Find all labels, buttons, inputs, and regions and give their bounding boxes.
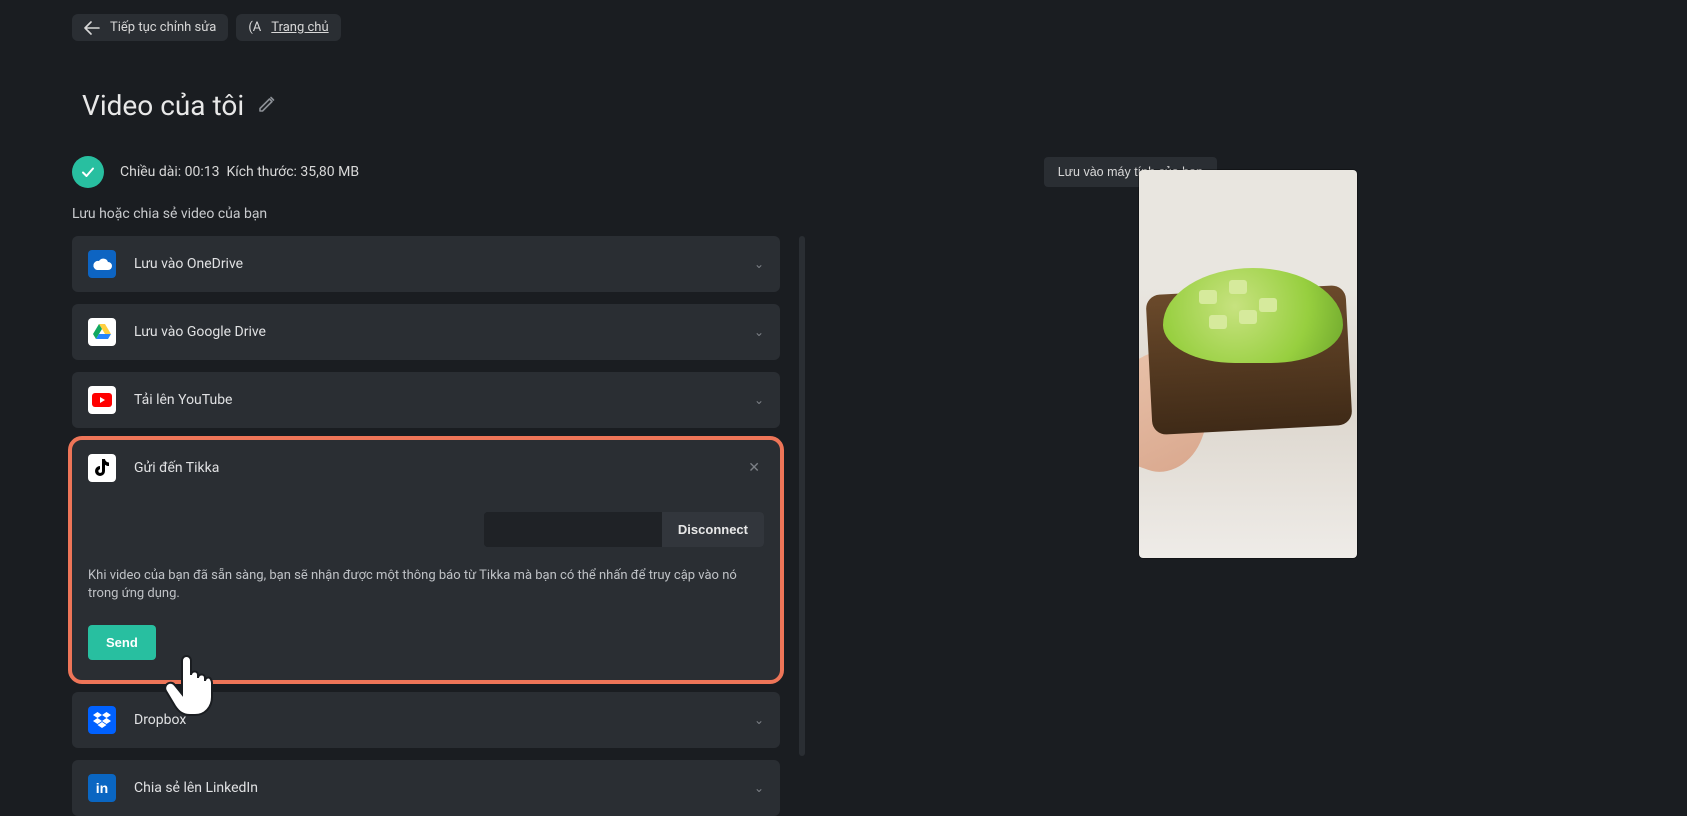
edit-title-icon[interactable] (258, 95, 276, 117)
video-preview-thumbnail (1139, 170, 1357, 558)
account-box: Disconnect (484, 512, 764, 547)
status-check-icon (72, 156, 104, 188)
home-prefix: (A (248, 20, 261, 35)
continue-editing-label: Tiếp tục chỉnh sửa (110, 20, 216, 35)
linkedin-icon: in (88, 774, 116, 802)
option-label: Chia sẻ lên LinkedIn (134, 780, 736, 796)
close-icon[interactable]: ✕ (744, 456, 764, 480)
share-section-heading: Lưu hoặc chia sẻ video của bạn (72, 206, 1607, 222)
option-gdrive[interactable]: Lưu vào Google Drive ⌄ (72, 304, 780, 360)
gdrive-icon (88, 318, 116, 346)
chevron-down-icon: ⌄ (754, 393, 764, 407)
page-title: Video của tôi (82, 89, 244, 122)
option-label: Dropbox (134, 712, 736, 728)
tiktok-note: Khi video của bạn đã sẵn sàng, bạn sẽ nh… (88, 567, 764, 603)
arrow-left-icon (84, 21, 100, 35)
chevron-down-icon: ⌄ (754, 257, 764, 271)
option-label: Lưu vào OneDrive (134, 256, 736, 272)
option-label: Gửi đến Tikka (134, 460, 726, 476)
option-dropbox[interactable]: Dropbox ⌄ (72, 692, 780, 748)
video-meta: Chiều dài: 00:13 Kích thước: 35,80 MB (120, 164, 1028, 180)
send-button[interactable]: Send (88, 625, 156, 660)
disconnect-button[interactable]: Disconnect (662, 512, 764, 547)
chevron-down-icon: ⌄ (754, 781, 764, 795)
home-button[interactable]: (A Trang chủ (236, 14, 340, 41)
onedrive-icon (88, 250, 116, 278)
option-label: Lưu vào Google Drive (134, 324, 736, 340)
tiktok-icon (88, 454, 116, 482)
youtube-icon (88, 386, 116, 414)
option-linkedin[interactable]: in Chia sẻ lên LinkedIn ⌄ (72, 760, 780, 816)
option-tiktok-expanded: Gửi đến Tikka ✕ Disconnect Khi video của… (72, 440, 780, 680)
continue-editing-button[interactable]: Tiếp tục chỉnh sửa (72, 14, 228, 41)
home-label: Trang chủ (271, 20, 328, 35)
option-youtube[interactable]: Tải lên YouTube ⌄ (72, 372, 780, 428)
dropbox-icon (88, 706, 116, 734)
chevron-down-icon: ⌄ (754, 713, 764, 727)
scrollbar[interactable] (799, 236, 805, 756)
chevron-down-icon: ⌄ (754, 325, 764, 339)
option-onedrive[interactable]: Lưu vào OneDrive ⌄ (72, 236, 780, 292)
option-label: Tải lên YouTube (134, 392, 736, 408)
